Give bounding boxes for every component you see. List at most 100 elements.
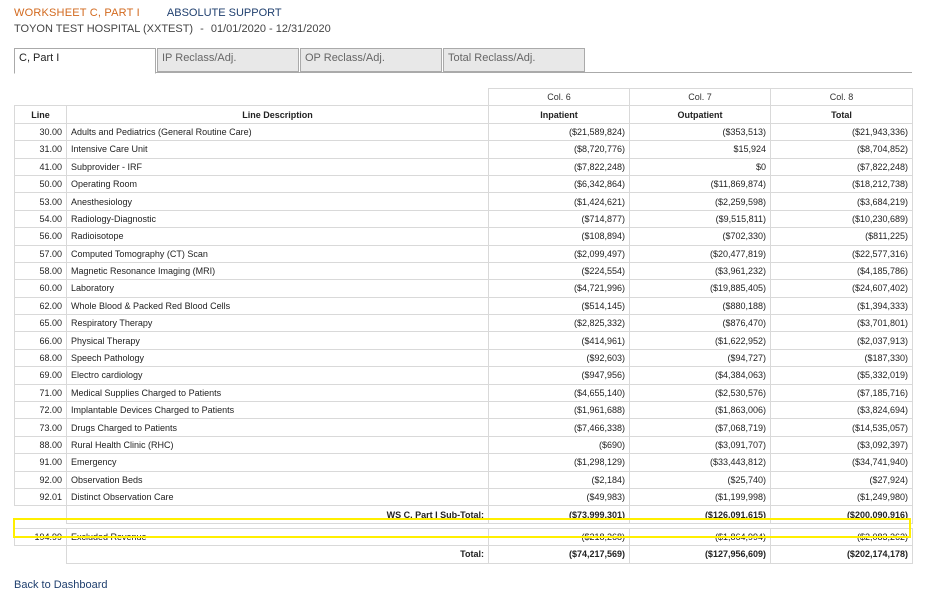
table-row: 68.00 Speech Pathology ($92,603) ($94,727)(… [14,348,913,368]
tab-c-part-i[interactable]: C, Part I [14,48,156,74]
col-number-outpatient: Col. 7 [629,87,771,107]
excluded-line: 194.99 [14,527,67,547]
table-row: 71.00 Medical Supplies Charged to Patient… [14,383,913,403]
row-inpatient: ($6,342,864) [488,174,630,194]
row-outpatient: $15,924 [629,140,771,159]
back-to-dashboard-link[interactable]: Back to Dashboard [14,579,108,591]
row-total: ($34,741,940) [770,453,913,472]
row-outpatient: ($1,863,006) [629,401,771,420]
header-description: Line Description [66,105,489,124]
row-outpatient: ($2,530,576) [629,383,771,403]
row-total: ($3,684,219) [770,192,913,211]
row-inpatient: ($2,184) [488,470,630,489]
table-row: 58.00 Magnetic Resonance Imaging (MRI) ($2… [14,261,913,281]
row-total: ($3,824,694) [770,401,913,420]
row-line: 69.00 [14,366,67,385]
row-inpatient: ($108,894) [488,227,630,246]
table-row: 88.00 Rural Health Clinic (RHC) ($690) ($3,… [14,435,913,455]
row-description: Speech Pathology [66,348,489,368]
row-description: Electro cardiology [66,366,489,385]
tab-ip-reclass[interactable]: IP Reclass/Adj. [157,48,299,72]
row-description: Physical Therapy [66,331,489,350]
row-description: Operating Room [66,174,489,194]
row-total: ($24,607,402) [770,279,913,298]
row-inpatient: ($1,424,621) [488,192,630,211]
row-inpatient: ($4,655,140) [488,383,630,403]
row-line: 30.00 [14,122,67,142]
excluded-total: ($2,083,262) [770,527,913,547]
row-total: ($10,230,689) [770,209,913,229]
excluded-outpatient: ($1,864,994) [629,527,771,547]
row-description: Radioisotope [66,227,489,246]
row-line: 92.01 [14,487,67,507]
total-total: ($202,174,178) [770,545,913,564]
table-row: 60.00 Laboratory ($4,721,996) ($19,885,405)… [14,279,913,298]
table-row: 92.00 Observation Beds ($2,184) ($25,740) ($… [14,470,913,489]
header-inpatient: Inpatient [488,105,630,124]
row-outpatient: ($19,885,405) [629,279,771,298]
row-line: 58.00 [14,261,67,281]
row-line: 65.00 [14,314,67,333]
row-outpatient: ($25,740) [629,470,771,489]
row-line: 31.00 [14,140,67,159]
tab-bar: C, Part I IP Reclass/Adj. OP Reclass/Adj… [14,48,912,74]
row-line: 62.00 [14,296,67,316]
row-outpatient: ($2,259,598) [629,192,771,211]
row-description: Emergency [66,453,489,472]
subtotal-outpatient: ($126,091,615) [629,505,771,524]
table-row: 31.00 Intensive Care Unit ($8,720,776) $15,… [14,140,913,159]
row-inpatient: ($4,721,996) [488,279,630,298]
row-description: Anesthesiology [66,192,489,211]
table-row: 57.00 Computed Tomography (CT) Scan ($2,09… [14,244,913,263]
row-total: ($18,212,738) [770,174,913,194]
row-outpatient: ($880,188) [629,296,771,316]
row-line: 72.00 [14,401,67,420]
row-total: ($3,701,801) [770,314,913,333]
hospital-name: TOYON TEST HOSPITAL (XXTEST) [14,23,194,35]
row-outpatient: ($702,330) [629,227,771,246]
tab-total-reclass[interactable]: Total Reclass/Adj. [443,48,585,72]
row-description: Implantable Devices Charged to Patients [66,401,489,420]
row-outpatient: ($4,384,063) [629,366,771,385]
row-total: ($811,225) [770,227,913,246]
row-inpatient: ($8,720,776) [488,140,630,159]
row-outpatient: ($7,068,719) [629,418,771,437]
total-inpatient: ($74,217,569) [488,545,630,564]
worksheet-header: WORKSHEET C, PART I ABSOLUTE SUPPORT [14,7,282,19]
row-inpatient: ($514,145) [488,296,630,316]
blank-cell [15,506,67,523]
row-total: ($14,535,057) [770,418,913,437]
row-line: 56.00 [14,227,67,246]
row-outpatient: ($1,622,952) [629,331,771,350]
blank-cell [15,546,67,563]
table-row: 30.00 Adults and Pediatrics (General Rout… [14,122,913,142]
row-line: 54.00 [14,209,67,229]
subtotal-inpatient: ($73,999,301) [488,505,630,524]
tab-op-reclass[interactable]: OP Reclass/Adj. [300,48,442,72]
col-number-inpatient: Col. 6 [488,87,630,107]
excluded-row: 194.99 Excluded Revenue ($218,268) ($1,8… [14,527,913,547]
row-total: ($7,822,248) [770,157,913,176]
row-total: ($22,577,316) [770,244,913,263]
row-description: Whole Blood & Packed Red Blood Cells [66,296,489,316]
header-outpatient: Outpatient [629,105,771,124]
table-row: 69.00 Electro cardiology ($947,956) ($4,384… [14,366,913,385]
row-outpatient: ($11,869,874) [629,174,771,194]
row-description: Rural Health Clinic (RHC) [66,435,489,455]
total-label: Total: [66,545,489,564]
row-description: Subprovider - IRF [66,157,489,176]
row-outpatient: ($353,513) [629,122,771,142]
col-number-row: Col. 6 Col. 7 Col. 8 [15,87,913,107]
row-total: ($7,185,716) [770,383,913,403]
blank-cell [67,89,489,106]
table-row: 91.00 Emergency ($1,298,129) ($33,443,812)(… [14,453,913,472]
row-inpatient: ($1,961,688) [488,401,630,420]
row-outpatient: ($9,515,811) [629,209,771,229]
subtotal-total: ($200,090,916) [770,505,913,524]
worksheet-table: Col. 6 Col. 7 Col. 8 Line Line Descripti… [14,87,913,564]
row-description: Respiratory Therapy [66,314,489,333]
row-line: 92.00 [14,470,67,489]
table-row: 54.00 Radiology-Diagnostic ($714,877) ($9,5… [14,209,913,229]
row-line: 53.00 [14,192,67,211]
row-inpatient: ($947,956) [488,366,630,385]
